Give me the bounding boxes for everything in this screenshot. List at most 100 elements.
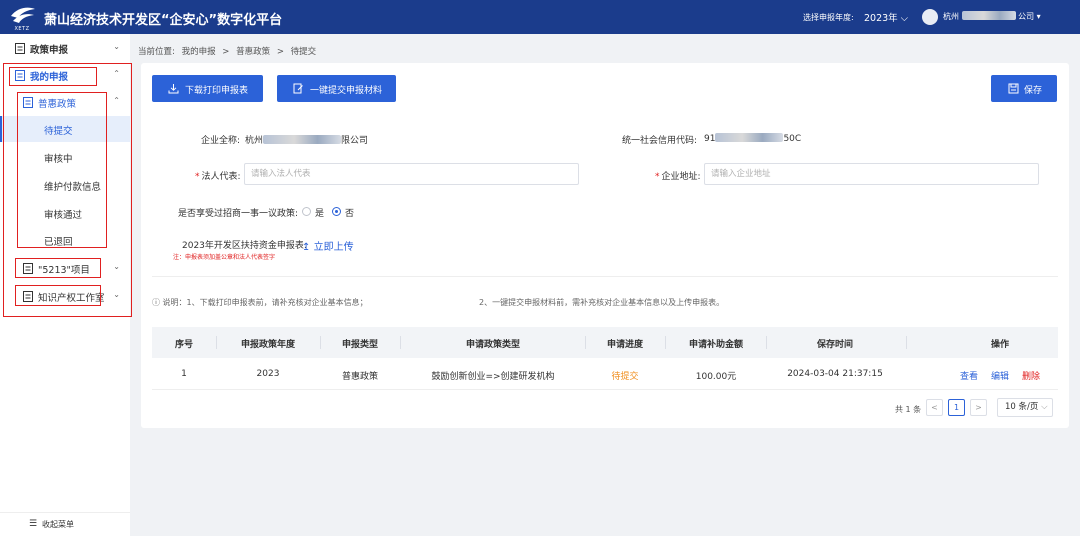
breadcrumb-item[interactable]: 我的申报 (182, 47, 216, 57)
breadcrumb-item-current: 待提交 (290, 47, 317, 57)
sidebar: 政策申报 ⌄ 我的申报 ⌃ 普惠政策 ⌃ 待提交 审核中 维护付款信息 审核通过… (0, 34, 132, 536)
year-select[interactable]: 2023年 ⌵ (864, 10, 908, 24)
download-print-label: 下载打印申报表 (185, 86, 249, 96)
cell-status: 待提交 (611, 372, 639, 382)
pagination-next-button[interactable]: > (970, 399, 987, 416)
document-icon (15, 70, 25, 81)
required-mark: * (195, 172, 200, 182)
pagination-page-1[interactable]: 1 (948, 399, 965, 416)
sidebar-item-returned[interactable]: 已退回 (0, 227, 130, 253)
credit-code-value: 91 50C (704, 133, 801, 144)
sidebar-item-inclusive-policy[interactable]: 普惠政策 ⌃ (0, 89, 130, 115)
cell-policy-type: 鼓励创新创业=>创建研发机构 (431, 372, 555, 382)
sidebar-item-payment-info[interactable]: 维护付款信息 (0, 172, 130, 198)
delete-link[interactable]: 删除 (1022, 369, 1040, 382)
company-name-value: 杭州 限公司 (245, 133, 368, 146)
sidebar-item-label: 维护付款信息 (44, 182, 102, 193)
divider (152, 276, 1058, 277)
info-icon: ⓘ (152, 298, 160, 307)
upload-icon: ↥ (302, 242, 311, 253)
chevron-down-icon: ⌵ (900, 13, 908, 24)
sidebar-item-my-applications[interactable]: 我的申报 ⌃ (0, 62, 130, 88)
upload-note: 注：申报表须加盖公章和法人代表签字 (173, 254, 276, 261)
radio-yes[interactable] (302, 207, 311, 216)
chevron-down-icon: ⌵ (1041, 402, 1048, 412)
sidebar-item-pending-submit[interactable]: 待提交 (0, 116, 130, 142)
collapse-menu-label: 收起菜单 (42, 520, 74, 529)
policy-question-label: 是否享受过招商一事一议政策: (178, 209, 299, 219)
column-separator (766, 336, 767, 349)
column-header: 申请补助金额 (688, 340, 744, 350)
cell-save-time: 2024-03-04 21:37:15 (787, 369, 883, 379)
breadcrumb-item[interactable]: 普惠政策 (236, 47, 270, 57)
caret-down-icon: ▾ (1036, 12, 1041, 21)
view-link[interactable]: 查看 (960, 369, 978, 382)
upload-link-label: 立即上传 (313, 242, 354, 253)
breadcrumb-prefix: 当前位置: (138, 47, 175, 57)
save-button[interactable]: 保存 (991, 75, 1057, 102)
sidebar-item-label: 普惠政策 (38, 99, 77, 110)
page-size-select[interactable]: 10 条/页 ⌵ (997, 398, 1053, 417)
table-header: 序号 申报政策年度 申报类型 申请政策类型 申请进度 申请补助金额 保存时间 操… (152, 327, 1058, 358)
document-icon (23, 263, 33, 274)
legal-rep-input[interactable] (244, 163, 579, 185)
radio-yes-label[interactable]: 是 (315, 206, 324, 219)
sidebar-item-label: "5213"项目 (38, 265, 90, 276)
column-header: 申报政策年度 (240, 340, 296, 350)
company-name-label: 企业全称: (201, 136, 241, 146)
column-header: 申请政策类型 (465, 340, 521, 350)
breadcrumb-separator: > (222, 47, 230, 57)
cell-amount: 100.00元 (695, 372, 737, 382)
address-input[interactable] (704, 163, 1039, 185)
chevron-down-icon: ⌄ (113, 262, 120, 271)
edit-document-icon (293, 83, 303, 94)
page-size-value: 10 条/页 (1005, 402, 1039, 412)
redacted-text (263, 135, 342, 144)
sidebar-item-under-review[interactable]: 审核中 (0, 144, 130, 170)
sidebar-item-label: 审核通过 (44, 210, 83, 221)
sidebar-item-label: 审核中 (44, 154, 73, 165)
year-value: 2023年 (864, 13, 898, 24)
info-prefix: 说明： (162, 298, 187, 307)
save-label: 保存 (1024, 86, 1043, 96)
column-header: 申报类型 (341, 340, 379, 350)
credit-code-prefix: 91 (704, 134, 716, 144)
column-separator (585, 336, 586, 349)
radio-no-label[interactable]: 否 (345, 206, 354, 219)
download-print-button[interactable]: 下载打印申报表 (152, 75, 263, 102)
top-header: XETZ 萧山经济技术开发区“企安心”数字化平台 选择申报年度: 2023年 ⌵… (0, 0, 1080, 34)
document-icon (23, 97, 33, 108)
sidebar-item-approved[interactable]: 审核通过 (0, 200, 130, 226)
pagination-prev-button[interactable]: < (926, 399, 943, 416)
column-separator (216, 336, 217, 349)
sidebar-item-ip-studio[interactable]: 知识产权工作室 ⌄ (0, 283, 130, 309)
column-separator (906, 336, 907, 349)
logo-text: XETZ (14, 26, 30, 32)
info-line-2: 2、一键提交申报材料前，需补充核对企业基本信息以及上传申报表。 (479, 298, 725, 307)
sidebar-item-policy-apply[interactable]: 政策申报 ⌄ (0, 35, 130, 61)
cell-index: 1 (181, 369, 187, 379)
breadcrumb: 当前位置: 我的申报 > 普惠政策 > 待提交 (138, 45, 320, 57)
user-menu[interactable]: 杭州 公司 ▾ (943, 11, 1041, 22)
edit-link[interactable]: 编辑 (991, 369, 1009, 382)
redacted-text (961, 11, 1016, 20)
save-icon (1008, 83, 1019, 94)
avatar[interactable] (922, 9, 938, 25)
one-click-submit-button[interactable]: 一键提交申报材料 (277, 75, 396, 102)
breadcrumb-separator: > (276, 47, 284, 57)
company-name-prefix: 杭州 (245, 136, 264, 146)
collapse-menu-button[interactable]: ☰ 收起菜单 (0, 512, 130, 536)
radio-no[interactable] (332, 207, 341, 216)
redacted-text (715, 133, 784, 142)
column-header: 操作 (990, 340, 1010, 350)
upload-link[interactable]: ↥ 立即上传 (302, 238, 354, 253)
cell-type: 普惠政策 (341, 372, 379, 382)
info-text-1: 1、下载打印申报表前，请补充核对企业基本信息； (186, 298, 368, 307)
sidebar-item-5213-project[interactable]: "5213"项目 ⌄ (0, 255, 130, 281)
column-separator (400, 336, 401, 349)
chevron-down-icon: ⌄ (113, 290, 120, 299)
document-icon (15, 43, 25, 54)
one-click-submit-label: 一键提交申报材料 (310, 86, 383, 96)
cell-year: 2023 (256, 369, 280, 379)
app-title: 萧山经济技术开发区“企安心”数字化平台 (44, 13, 283, 28)
